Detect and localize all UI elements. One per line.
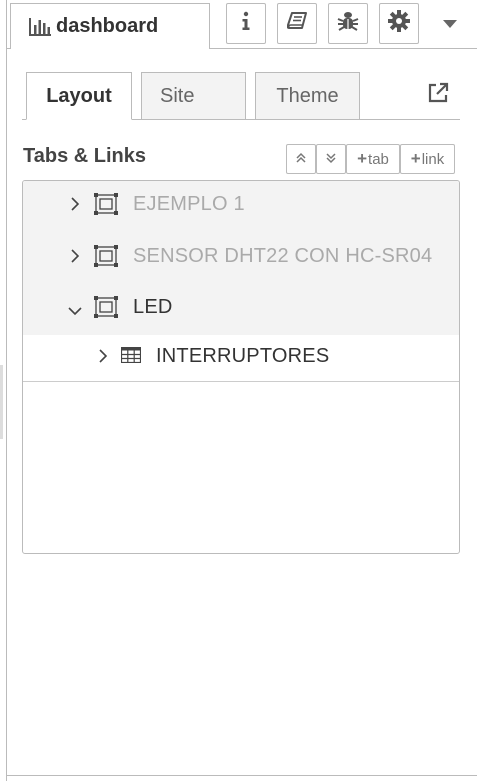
tab-theme[interactable]: Theme <box>255 72 360 120</box>
chevron-down-icon[interactable] <box>67 303 83 321</box>
tree-row-label: LED <box>133 296 173 318</box>
collapse-all-button[interactable] <box>286 144 316 174</box>
panel-left-border <box>6 0 7 781</box>
tree-row-label: SENSOR DHT22 CON HC-SR04 <box>133 245 433 267</box>
tree-row-label: INTERRUPTORES <box>156 345 330 367</box>
tab-icon <box>94 245 118 272</box>
tab-layout[interactable]: Layout <box>26 72 132 120</box>
plus-icon: + <box>357 149 368 168</box>
caret-down-icon <box>443 15 457 33</box>
tab-site-label: Site <box>160 84 195 107</box>
info-icon <box>241 11 251 36</box>
tree-row-tab[interactable]: EJEMPLO 1 <box>23 181 459 234</box>
tab-layout-label: Layout <box>46 84 112 107</box>
section-title: Tabs & Links <box>23 145 146 167</box>
add-link-button[interactable]: + link <box>400 144 455 174</box>
tab-theme-label: Theme <box>276 84 339 107</box>
sidebar-menu-dropdown[interactable] <box>430 3 470 44</box>
tab-site[interactable]: Site <box>141 72 246 120</box>
table-icon <box>120 346 142 368</box>
expand-all-button[interactable] <box>316 144 346 174</box>
footer-divider <box>7 775 477 776</box>
settings-button[interactable] <box>379 3 419 44</box>
chevron-right-icon[interactable] <box>70 248 80 269</box>
tree-row-group[interactable]: INTERRUPTORES <box>23 335 459 382</box>
resize-handle[interactable] <box>0 365 3 439</box>
debug-button[interactable] <box>328 3 368 44</box>
tree-row-tab[interactable]: SENSOR DHT22 CON HC-SR04 <box>23 233 459 286</box>
sidebar-tab-label: dashboard <box>56 15 159 37</box>
info-button[interactable] <box>226 3 266 44</box>
chevron-right-icon[interactable] <box>70 196 80 217</box>
tab-icon <box>94 296 118 323</box>
add-link-label: link <box>421 150 445 168</box>
help-button[interactable] <box>277 3 317 44</box>
tree-row-tab[interactable]: LED <box>23 285 459 335</box>
collapse-all-icon <box>296 151 306 168</box>
chevron-right-icon[interactable] <box>98 348 108 369</box>
tree-row-label: EJEMPLO 1 <box>133 193 245 215</box>
bug-icon <box>337 10 359 37</box>
sidebar-tab-dashboard[interactable]: dashboard <box>10 3 210 49</box>
book-icon <box>286 12 307 35</box>
add-tab-button[interactable]: + tab <box>346 144 400 174</box>
plus-icon: + <box>410 149 421 168</box>
add-tab-label: tab <box>368 150 389 168</box>
bar-chart-icon <box>29 17 51 36</box>
expand-all-icon <box>326 151 336 168</box>
tab-icon <box>94 193 118 220</box>
external-link-icon[interactable] <box>426 81 450 105</box>
gear-icon <box>388 10 410 37</box>
tabs-tree: EJEMPLO 1 SENSOR DHT22 CON HC-SR04 LED I… <box>22 180 460 554</box>
